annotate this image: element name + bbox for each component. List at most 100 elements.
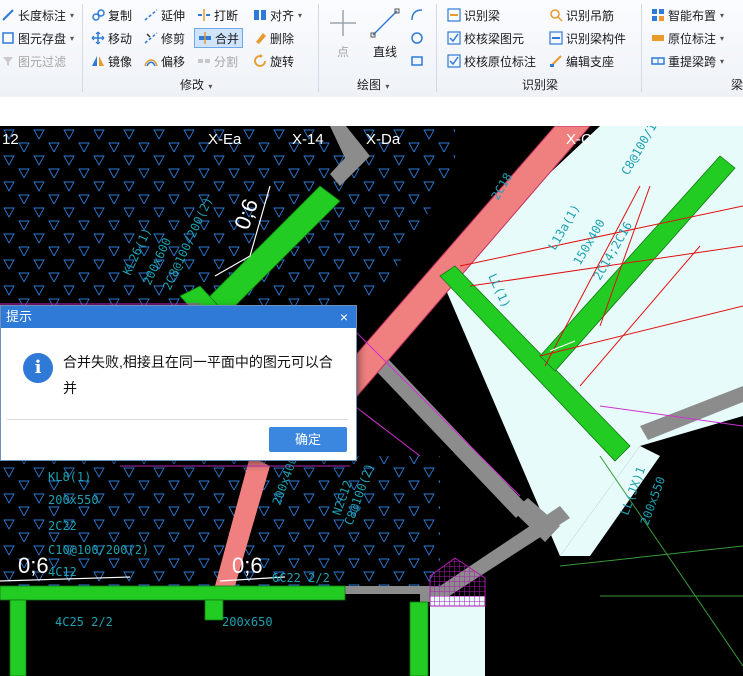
line-icon	[370, 8, 400, 38]
line-button[interactable]: 直线	[370, 8, 400, 60]
rectangle-button[interactable]	[407, 51, 427, 71]
offset-icon	[144, 54, 158, 68]
rotate-icon	[253, 54, 267, 68]
point-button[interactable]: 点	[328, 8, 358, 60]
group-label-beam: 梁	[731, 78, 743, 92]
chevron-down-icon: ▾	[720, 56, 725, 66]
mirror-button[interactable]: 镜像	[88, 51, 135, 71]
split-icon	[197, 54, 211, 68]
check-dim-icon	[447, 54, 461, 68]
point-icon	[330, 10, 356, 36]
break-icon	[197, 8, 211, 22]
group-label-modify[interactable]: 修改 ▾	[180, 77, 212, 93]
re-span-icon	[651, 54, 665, 68]
merge-button[interactable]: 合并	[194, 28, 244, 48]
break-button[interactable]: 打断	[194, 5, 241, 25]
in-situ-dim-icon	[651, 31, 665, 45]
align-icon	[253, 8, 267, 22]
copy-button[interactable]: 复制	[88, 5, 135, 25]
eraser-icon	[253, 31, 267, 45]
message-dialog: 提示 × i 合并失败,相接且在同一平面中的图元可以合并 确定	[0, 305, 357, 461]
dimension-text: 0;6	[18, 553, 49, 578]
ok-button[interactable]: 确定	[269, 427, 347, 452]
circle-icon	[410, 31, 424, 45]
beam-member-icon	[549, 31, 563, 45]
save-element-icon	[1, 31, 15, 45]
dialog-message: 合并失败,相接且在同一平面中的图元可以合并	[63, 354, 333, 396]
delete-button[interactable]: 删除	[250, 28, 297, 48]
check-beam-button[interactable]: 校核梁图元	[444, 28, 527, 48]
axis-label: X-C	[566, 131, 592, 148]
extend-icon	[144, 8, 158, 22]
axis-label: X-Da	[366, 131, 401, 148]
align-button[interactable]: 对齐 ▾	[250, 5, 305, 25]
arc-button[interactable]	[407, 5, 427, 25]
chevron-down-icon: ▾	[70, 10, 75, 20]
dialog-title: 提示	[6, 309, 33, 324]
filter-icon	[1, 54, 15, 68]
rectangle-icon	[410, 54, 424, 68]
move-button[interactable]: 移动	[88, 28, 135, 48]
close-icon[interactable]: ×	[340, 306, 348, 328]
chevron-down-icon: ▾	[720, 10, 725, 20]
in-situ-dim-button[interactable]: 原位标注 ▾	[648, 28, 727, 48]
save-element-button[interactable]: 图元存盘 ▾	[0, 28, 77, 48]
edit-support-button[interactable]: 编辑支座	[546, 51, 617, 71]
trim-button[interactable]: 修剪	[141, 28, 188, 48]
hanger-icon	[549, 8, 563, 22]
filter-element-button[interactable]: 图元过滤	[0, 51, 69, 71]
identify-beam-button[interactable]: 识别梁	[444, 5, 503, 25]
annotation: 4C25 2/2	[55, 615, 113, 629]
rotate-button[interactable]: 旋转	[250, 51, 297, 71]
smart-layout-button[interactable]: 智能布置 ▾	[648, 5, 727, 25]
divider	[641, 4, 642, 92]
identify-beam-icon	[447, 8, 461, 22]
annotation: KL8(1)	[48, 470, 91, 484]
annotation: 4C12	[48, 565, 77, 579]
copy-icon	[91, 8, 105, 22]
check-beam-icon	[447, 31, 461, 45]
length-dim-button[interactable]: 长度标注 ▾	[0, 5, 77, 25]
extend-button[interactable]: 延伸	[141, 5, 188, 25]
divider	[82, 4, 83, 92]
ribbon-toolbar: 长度标注 ▾ 图元存盘 ▾ 图元过滤 复制 移动 镜像 延伸 修剪 偏移 打断 合并	[0, 0, 743, 98]
identify-hanger-button[interactable]: 识别吊筋	[546, 5, 617, 25]
move-icon	[91, 31, 105, 45]
divider	[7, 419, 348, 420]
info-icon: i	[23, 353, 53, 383]
offset-button[interactable]: 偏移	[141, 51, 188, 71]
annotation: 200x550	[48, 493, 99, 507]
annotation: C10@100/200(2)	[48, 543, 149, 557]
trim-icon	[144, 31, 158, 45]
axis-label: 12	[2, 131, 19, 148]
edit-support-icon	[549, 54, 563, 68]
group-label-identify-beam: 识别梁	[522, 78, 559, 92]
annotation: 200x650	[222, 615, 273, 629]
divider	[318, 4, 319, 92]
toolbar-gap	[0, 97, 743, 126]
axis-label: X-Ea	[208, 131, 242, 148]
chevron-down-icon: ▾	[208, 82, 213, 91]
dialog-titlebar[interactable]: 提示 ×	[1, 306, 356, 328]
length-dim-icon	[1, 8, 15, 22]
chevron-down-icon: ▾	[720, 33, 725, 43]
re-span-button[interactable]: 重提梁跨 ▾	[648, 51, 727, 71]
split-button[interactable]: 分割	[194, 51, 241, 71]
annotation: 6C22 2/2	[272, 571, 330, 585]
chevron-down-icon: ▾	[70, 33, 75, 43]
check-dim-button[interactable]: 校核原位标注	[444, 51, 539, 71]
mirror-icon	[91, 54, 105, 68]
chevron-down-icon: ▾	[385, 82, 390, 91]
dimension-text: 0;6	[232, 553, 263, 578]
divider	[436, 4, 437, 92]
chevron-down-icon: ▾	[298, 10, 303, 20]
smart-layout-icon	[651, 8, 665, 22]
arc-icon	[410, 8, 424, 22]
cyan-slab	[430, 596, 485, 676]
identify-beam-member-button[interactable]: 识别梁构件	[546, 28, 629, 48]
axis-label: X-14	[292, 131, 324, 148]
group-label-draw[interactable]: 绘图 ▾	[357, 77, 389, 93]
merge-icon	[198, 31, 212, 45]
annotation: 2C22	[48, 519, 77, 533]
circle-button[interactable]	[407, 28, 427, 48]
